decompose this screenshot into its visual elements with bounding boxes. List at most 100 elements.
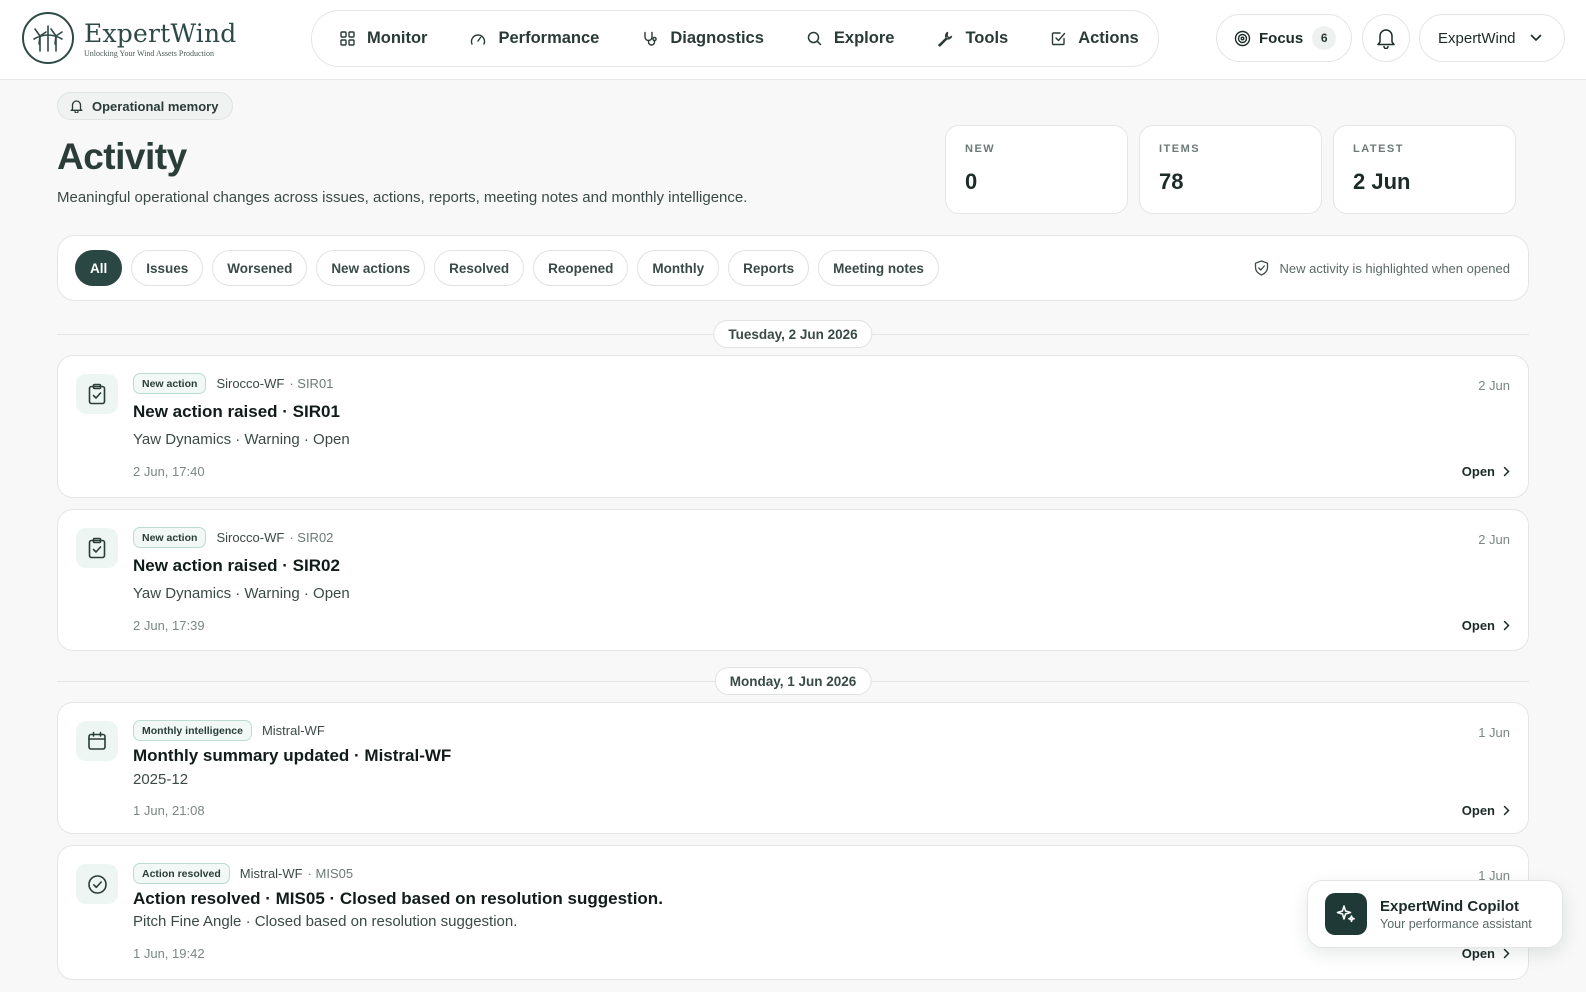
nav-explore[interactable]: Explore — [807, 29, 895, 48]
nav-monitor-label: Monitor — [367, 29, 428, 47]
nav-actions-label: Actions — [1078, 29, 1139, 47]
filter-chip-resolved[interactable]: Resolved — [434, 250, 525, 286]
card-title: New action raised · SIR01 — [133, 402, 340, 421]
filter-chip-meeting-notes[interactable]: Meeting notes — [818, 250, 939, 286]
stat-label: LATEST — [1353, 143, 1404, 155]
copilot-name: ExpertWind Copilot — [1380, 897, 1520, 915]
card-date: 2 Jun — [1478, 378, 1510, 393]
date-separator: Tuesday, 2 Jun 2026 — [57, 320, 1529, 348]
page-subtitle: Meaningful operational changes across is… — [57, 189, 748, 206]
card-meta: Action resolved Mistral-WF · MIS05 — [133, 863, 353, 884]
stat-label: ITEMS — [1159, 143, 1201, 155]
main-nav: Monitor Performance Diagnostics Explore … — [311, 10, 1159, 67]
chevron-right-icon — [1503, 805, 1510, 816]
activity-card[interactable]: New action Sirocco-WF · SIR02 New action… — [57, 509, 1529, 651]
card-detail: Pitch Fine Angle · Closed based on resol… — [133, 913, 518, 930]
open-link[interactable]: Open — [1462, 618, 1510, 633]
stat-latest: LATEST 2 Jun — [1333, 125, 1516, 214]
grid-icon — [340, 31, 355, 46]
wrench-icon — [938, 31, 953, 47]
filter-chip-new-actions[interactable]: New actions — [316, 250, 426, 286]
shield-check-icon — [1255, 260, 1269, 276]
stat-items: ITEMS 78 — [1139, 125, 1322, 214]
filter-chip-all[interactable]: All — [75, 250, 123, 286]
turbine-id: · MIS05 — [307, 866, 354, 881]
filter-chip-issues[interactable]: Issues — [131, 250, 204, 286]
card-title: New action raised · SIR02 — [133, 556, 340, 575]
filter-bar: All Issues Worsened New actions Resolved… — [57, 235, 1529, 301]
copilot-widget[interactable]: ExpertWind Copilot Your performance assi… — [1307, 880, 1563, 948]
wind-farm-name: Mistral-WF — [239, 866, 303, 881]
filter-chip-reports[interactable]: Reports — [728, 250, 810, 286]
card-meta: Monthly intelligence Mistral-WF — [133, 720, 325, 741]
filter-chip-monthly[interactable]: Monthly — [637, 250, 720, 286]
stat-value: 2 Jun — [1353, 169, 1411, 194]
wind-turbine-logo-icon — [22, 12, 74, 64]
filter-chip-worsened[interactable]: Worsened — [212, 250, 308, 286]
bell-icon — [70, 100, 83, 113]
focus-button[interactable]: Focus 6 — [1216, 14, 1352, 62]
card-timestamp: 2 Jun, 17:40 — [133, 464, 205, 479]
account-menu[interactable]: ExpertWind — [1419, 14, 1565, 62]
filter-hint-text: New activity is highlighted when opened — [1279, 260, 1510, 276]
page-title: Activity — [57, 136, 187, 177]
turbine-id: · SIR01 — [289, 376, 334, 391]
filter-hint: New activity is highlighted when opened — [1254, 260, 1510, 276]
brand-tagline: Unlocking Your Wind Assets Production — [84, 48, 214, 58]
nav-tools[interactable]: Tools — [937, 29, 1008, 48]
wind-farm-name: Mistral-WF — [261, 723, 325, 738]
clipboard-check-icon — [76, 528, 118, 568]
card-timestamp: 2 Jun, 17:39 — [133, 618, 205, 633]
open-label: Open — [1461, 803, 1495, 818]
chevron-right-icon — [1503, 620, 1510, 631]
wind-farm-name: Sirocco-WF — [216, 376, 285, 391]
card-timestamp: 1 Jun, 21:08 — [133, 803, 205, 818]
account-label: ExpertWind — [1438, 29, 1516, 47]
card-date: 2 Jun — [1478, 532, 1510, 547]
sparkle-icon — [1325, 893, 1367, 935]
clipboard-check-icon — [76, 374, 118, 414]
card-timestamp: 1 Jun, 19:42 — [133, 946, 205, 961]
date-separator-label: Tuesday, 2 Jun 2026 — [713, 320, 873, 348]
stat-new: NEW 0 — [945, 125, 1128, 214]
nav-actions[interactable]: Actions — [1051, 29, 1139, 48]
activity-card[interactable]: Monthly intelligence Mistral-WF Monthly … — [57, 702, 1529, 834]
brand[interactable]: ExpertWind Unlocking Your Wind Assets Pr… — [22, 12, 237, 64]
card-title: Action resolved · MIS05 · Closed based o… — [133, 889, 663, 908]
operational-memory-label: Operational memory — [92, 98, 219, 114]
open-label: Open — [1461, 618, 1495, 633]
card-detail: Yaw Dynamics · Warning · Open — [133, 585, 350, 602]
card-date: 1 Jun — [1478, 725, 1510, 740]
open-link[interactable]: Open — [1462, 803, 1510, 818]
stat-label: NEW — [965, 143, 996, 155]
open-label: Open — [1461, 946, 1495, 961]
focus-count-badge: 6 — [1312, 26, 1337, 50]
card-title: Monthly summary updated · Mistral-WF — [133, 746, 452, 765]
nav-diagnostics[interactable]: Diagnostics — [642, 29, 764, 48]
activity-card[interactable]: New action Sirocco-WF · SIR01 New action… — [57, 355, 1529, 498]
activity-type-tag: Action resolved — [133, 863, 230, 884]
stethoscope-icon — [644, 31, 658, 46]
copilot-subtitle: Your performance assistant — [1380, 916, 1532, 931]
nav-performance[interactable]: Performance — [470, 29, 599, 48]
open-link[interactable]: Open — [1462, 946, 1510, 961]
card-detail: Yaw Dynamics · Warning · Open — [133, 431, 350, 448]
bell-icon — [1377, 29, 1395, 49]
nav-tools-label: Tools — [965, 29, 1009, 47]
chevron-right-icon — [1503, 948, 1510, 959]
date-separator-label: Monday, 1 Jun 2026 — [714, 667, 872, 695]
notifications-button[interactable] — [1362, 14, 1410, 62]
activity-type-tag: Monthly intelligence — [133, 720, 252, 741]
calendar-icon — [76, 721, 118, 761]
card-detail: 2025-12 — [133, 771, 189, 788]
nav-explore-label: Explore — [833, 29, 895, 47]
filter-chip-reopened[interactable]: Reopened — [533, 250, 629, 286]
open-link[interactable]: Open — [1462, 464, 1510, 479]
turbine-id: · SIR02 — [289, 530, 334, 545]
operational-memory-badge: Operational memory — [57, 92, 234, 120]
open-label: Open — [1461, 464, 1495, 479]
nav-monitor[interactable]: Monitor — [340, 29, 427, 48]
stat-value: 0 — [965, 169, 978, 194]
checkbox-icon — [1052, 32, 1066, 46]
focus-label: Focus — [1259, 29, 1304, 47]
